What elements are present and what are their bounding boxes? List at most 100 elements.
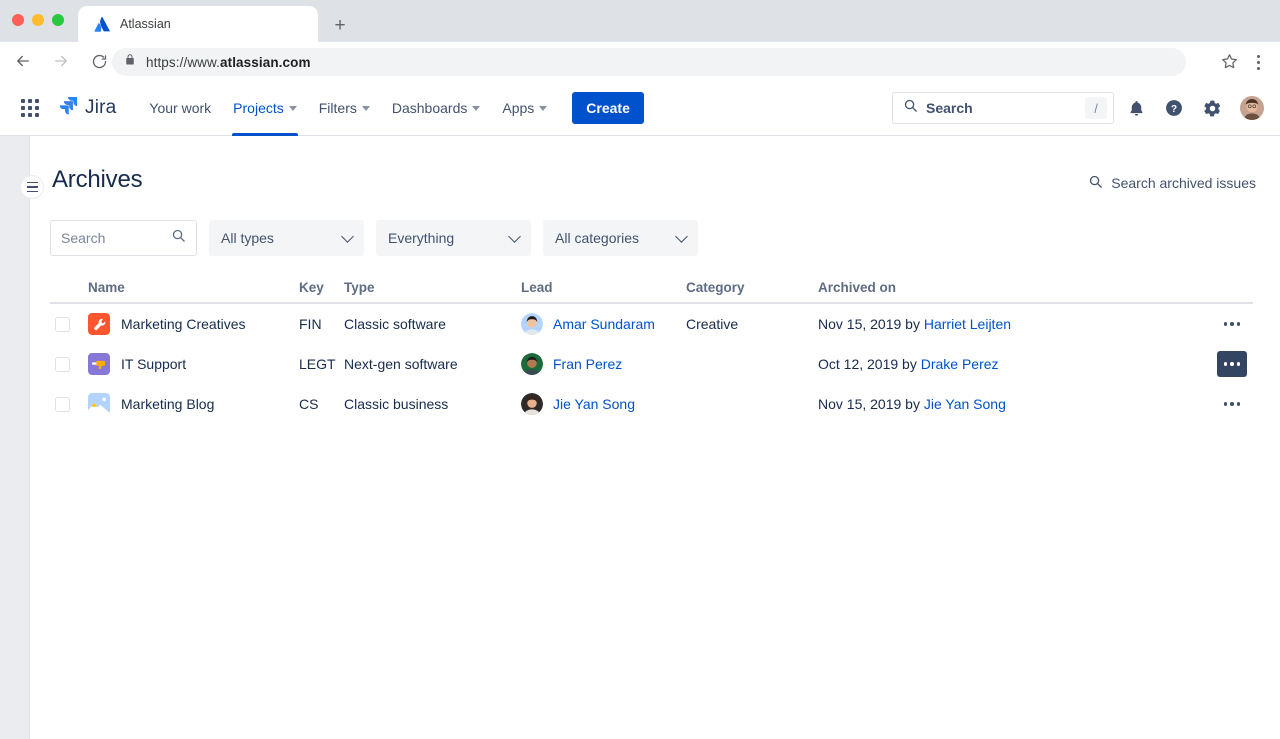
row-checkbox[interactable] (55, 357, 70, 372)
project-name[interactable]: IT Support (121, 356, 186, 372)
chevron-down-icon (289, 106, 297, 111)
nav-item-dashboards[interactable]: Dashboards (381, 80, 492, 136)
nav-right-tools: Search / ? (892, 80, 1266, 136)
star-icon[interactable] (1220, 52, 1240, 72)
hamburger-icon[interactable] (20, 175, 44, 199)
archived-by-link[interactable]: Drake Perez (921, 356, 999, 372)
nav-item-filters[interactable]: Filters (308, 80, 381, 136)
filter-type-select[interactable]: All types (209, 220, 364, 256)
more-horizontal-icon[interactable] (1217, 351, 1247, 377)
more-horizontal-icon[interactable] (1217, 391, 1247, 417)
forward-arrow-icon (46, 46, 76, 76)
project-type: Classic business (344, 396, 521, 412)
project-name-cell: Marketing Blog (88, 393, 299, 415)
filter-category-select[interactable]: All categories (543, 220, 698, 256)
window-controls (12, 14, 64, 26)
maximize-window-button[interactable] (52, 14, 64, 26)
project-lead-link[interactable]: Fran Perez (553, 356, 622, 372)
row-checkbox-cell[interactable] (50, 317, 88, 332)
reload-icon[interactable] (84, 46, 114, 76)
column-header-type[interactable]: Type (344, 280, 521, 302)
project-search-input[interactable]: Search (50, 220, 197, 256)
column-header-category[interactable]: Category (686, 280, 818, 302)
mountain-project-icon (88, 393, 110, 415)
new-tab-button[interactable]: + (328, 13, 352, 37)
project-name[interactable]: Marketing Blog (121, 396, 214, 412)
jira-top-navigation: Jira Your work Projects Filters Dashboar… (0, 80, 1280, 136)
row-checkbox[interactable] (55, 397, 70, 412)
nav-item-label: Apps (502, 100, 534, 116)
minimize-window-button[interactable] (32, 14, 44, 26)
project-type: Classic software (344, 316, 521, 332)
row-actions-cell (1197, 391, 1253, 417)
chevron-down-icon (472, 106, 480, 111)
search-shortcut-badge: / (1085, 97, 1107, 119)
archived-on-cell: Nov 15, 2019 by Harriet Leijten (818, 316, 1197, 332)
project-key: FIN (299, 316, 344, 332)
archived-by-link[interactable]: Harriet Leijten (924, 316, 1011, 332)
address-bar[interactable]: https://www.atlassian.com (112, 48, 1186, 76)
filter-scope-select[interactable]: Everything (376, 220, 531, 256)
browser-menu-button[interactable] (1248, 51, 1268, 73)
lead-avatar (521, 313, 543, 335)
jira-home-logo[interactable]: Jira (58, 95, 116, 121)
bell-icon[interactable] (1120, 92, 1152, 124)
close-window-button[interactable] (12, 14, 24, 26)
nav-item-label: Filters (319, 100, 357, 116)
lock-icon (124, 53, 136, 71)
page-header: Archives Search archived issues (31, 166, 1280, 210)
nav-item-your-work[interactable]: Your work (138, 80, 222, 136)
filter-category-value: All categories (555, 230, 639, 246)
search-archived-issues-link[interactable]: Search archived issues (1088, 174, 1256, 192)
project-lead-link[interactable]: Jie Yan Song (553, 396, 635, 412)
atlassian-logo-icon (94, 16, 110, 32)
primary-nav-items: Your work Projects Filters Dashboards Ap… (138, 80, 643, 136)
table-row[interactable]: IT Support LEGT Next-gen software Fran P… (50, 344, 1253, 384)
nav-item-apps[interactable]: Apps (491, 80, 558, 136)
archived-by-link[interactable]: Jie Yan Song (924, 396, 1006, 412)
gear-icon[interactable] (1196, 92, 1228, 124)
more-horizontal-icon[interactable] (1217, 311, 1247, 337)
collapsed-sidebar[interactable] (0, 136, 30, 739)
app-switcher-grid-icon[interactable] (18, 96, 42, 120)
question-circle-icon[interactable]: ? (1158, 92, 1190, 124)
global-search-input[interactable]: Search / (892, 92, 1114, 124)
jira-logo-icon (58, 95, 79, 121)
lead-avatar (521, 393, 543, 415)
project-name-cell: Marketing Creatives (88, 313, 299, 335)
project-type: Next-gen software (344, 356, 521, 372)
nav-item-projects[interactable]: Projects (222, 80, 308, 136)
nav-item-label: Projects (233, 100, 284, 116)
address-bar-url: https://www.atlassian.com (146, 55, 311, 70)
project-name[interactable]: Marketing Creatives (121, 316, 246, 332)
row-checkbox-cell[interactable] (50, 397, 88, 412)
table-row[interactable]: Marketing Creatives FIN Classic software… (50, 304, 1253, 344)
column-header-name[interactable]: Name (88, 280, 299, 302)
archived-on-date: Oct 12, 2019 by (818, 356, 921, 372)
column-header-key[interactable]: Key (299, 280, 344, 302)
row-checkbox-cell[interactable] (50, 357, 88, 372)
search-icon (171, 228, 186, 248)
browser-tab[interactable]: Atlassian (78, 6, 318, 42)
search-archived-issues-label: Search archived issues (1111, 175, 1256, 191)
back-arrow-icon[interactable] (8, 46, 38, 76)
jira-wordmark: Jira (85, 97, 116, 119)
main-content: Archives Search archived issues Search A… (31, 136, 1280, 739)
project-lead-cell: Fran Perez (521, 353, 686, 375)
user-avatar[interactable] (1238, 94, 1266, 122)
filter-type-value: All types (221, 230, 274, 246)
create-button[interactable]: Create (572, 92, 644, 124)
table-header-row: Name Key Type Lead Category Archived on (50, 276, 1253, 304)
archived-on-cell: Oct 12, 2019 by Drake Perez (818, 356, 1197, 372)
archived-on-date: Nov 15, 2019 by (818, 396, 924, 412)
nav-item-label: Dashboards (392, 100, 468, 116)
wrench-project-icon (88, 313, 110, 335)
column-header-archived-on[interactable]: Archived on (818, 280, 1197, 302)
row-checkbox[interactable] (55, 317, 70, 332)
browser-tab-bar: Atlassian + (0, 0, 1280, 42)
project-lead-link[interactable]: Amar Sundaram (553, 316, 655, 332)
column-header-lead[interactable]: Lead (521, 280, 686, 302)
project-key: CS (299, 396, 344, 412)
lead-avatar (521, 353, 543, 375)
table-row[interactable]: Marketing Blog CS Classic business Jie Y… (50, 384, 1253, 424)
